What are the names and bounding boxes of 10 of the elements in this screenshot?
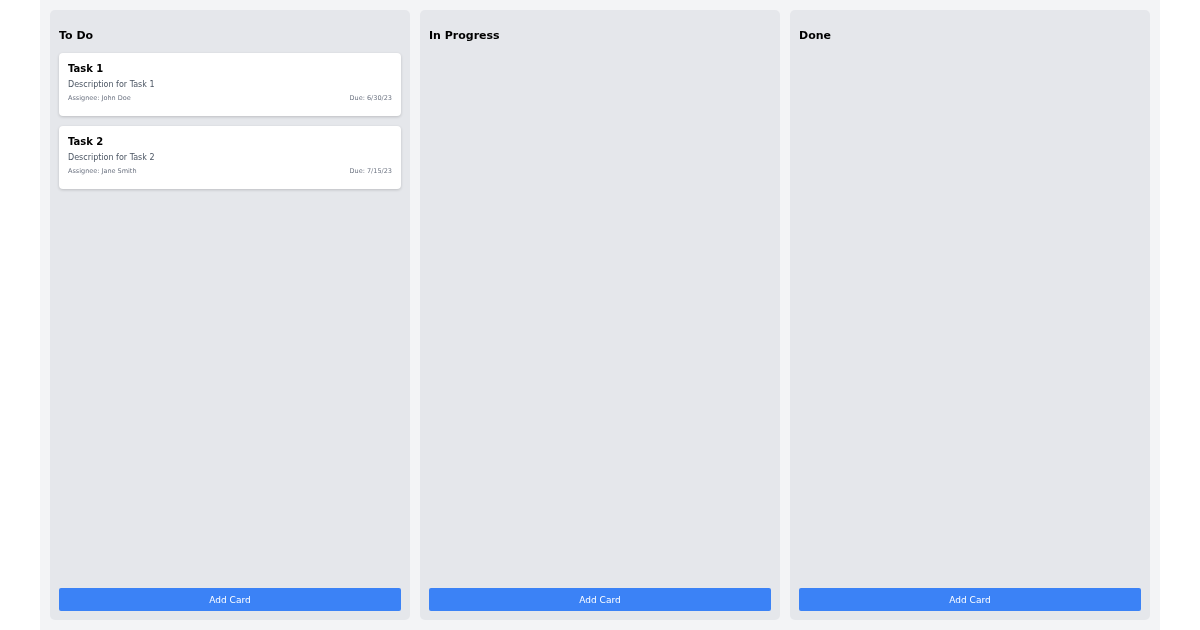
column-title: Done <box>799 29 832 42</box>
task-description: Description for Task 2 <box>68 153 156 163</box>
task-description: Description for Task 1 <box>68 80 156 90</box>
column-title: To Do <box>59 29 95 42</box>
add-card-button[interactable]: Add Card <box>429 588 771 611</box>
add-card-button[interactable]: Add Card <box>59 588 401 611</box>
task-title: Task 2 <box>68 136 105 148</box>
column-title: In Progress <box>429 29 501 42</box>
task-title: Task 1 <box>68 63 105 75</box>
add-card-button[interactable]: Add Card <box>799 588 1141 611</box>
